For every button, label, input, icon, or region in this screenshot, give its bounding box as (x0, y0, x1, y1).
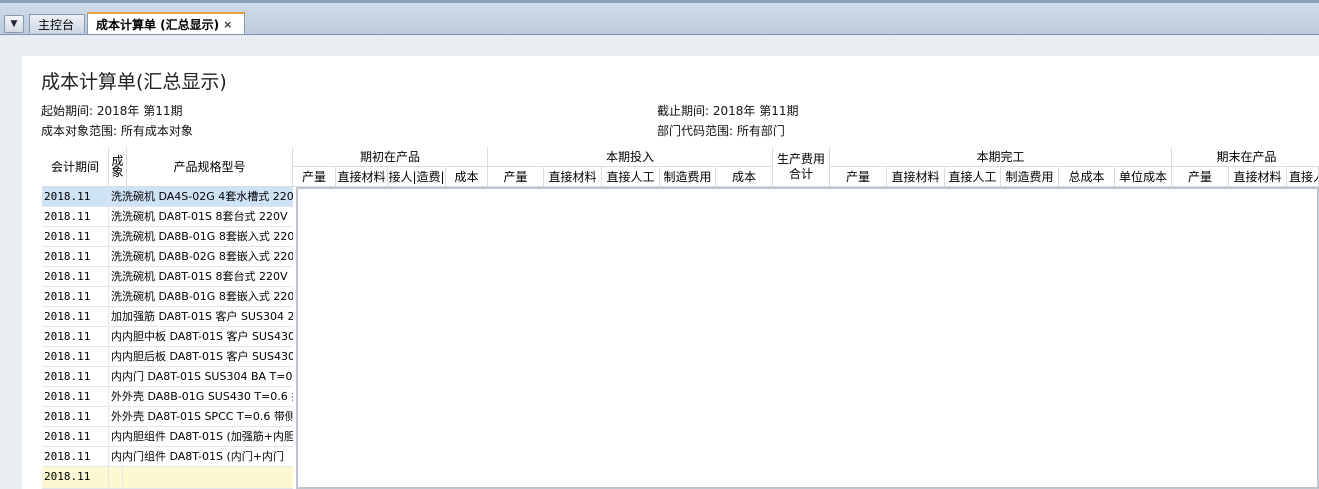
cell-object: 内内胆后板 DA8T-01S 客户 SUS430 (111, 350, 293, 363)
cell-period: 2018.11 (42, 207, 109, 227)
col-header-input-qty[interactable]: 产量 (488, 167, 544, 187)
col-header-opening-qty[interactable]: 产量 (293, 167, 336, 187)
cell-object: 洗洗碗机 DA8T-01S 8套台式 220V (111, 210, 288, 223)
col-header-input-material[interactable]: 直接材料 (544, 167, 602, 187)
cell-object: 内内胆中板 DA8T-01S 客户 SUS430 (111, 330, 293, 343)
col-header-total: 合计 (788, 166, 813, 181)
content-area: 成本计算单(汇总显示) 起始期间: 2018年 第11期 截止期间: 2018年… (0, 35, 1319, 489)
cell-object (109, 467, 293, 487)
cell-period: 2018.11 (42, 287, 109, 307)
cell-object: 洗洗碗机 DA8B-01G 8套嵌入式 220 (111, 230, 293, 243)
chevron-down-icon: ▼ (10, 19, 18, 29)
col-header-period[interactable]: 会计期间 (42, 147, 109, 187)
tab-cost-sheet-summary[interactable]: 成本计算单 (汇总显示) × (87, 12, 245, 34)
col-header-completed-labor[interactable]: 直接人工 (945, 167, 1001, 187)
col-header-spec[interactable]: 产品规格型号 (127, 147, 293, 187)
table-row[interactable]: 2018.11 内内胆组件 DA8T-01S (加强筋+内胆 (42, 427, 293, 447)
table-row[interactable]: 2018.11 洗洗碗机 DA8B-01G 8套嵌入式 220 (42, 287, 293, 307)
report-page: 成本计算单(汇总显示) 起始期间: 2018年 第11期 截止期间: 2018年… (22, 56, 1319, 489)
table-row[interactable]: 2018.11 洗洗碗机 DA8T-01S 8套台式 220V (42, 207, 293, 227)
end-period: 截止期间: 2018年 第11期 (657, 104, 799, 118)
cost-grid: 会计期间 成 象 产品规格型号 期初在产品 本期投入 生产费用 合计 本期完工 … (42, 147, 1319, 489)
col-header-opening-cost[interactable]: 成本 (446, 167, 488, 187)
cell-period: 2018.11 (42, 427, 109, 447)
tab-list-dropdown-button[interactable]: ▼ (4, 15, 24, 33)
table-row[interactable]: 2018.11 洗洗碗机 DA8T-01S 8套台式 220V (42, 267, 293, 287)
group-header-closing: 期末在产品 (1172, 147, 1319, 167)
cell-object: 内内门 DA8T-01S SUS304 BA T=0.4 (111, 370, 293, 383)
col-header-completed-qty[interactable]: 产量 (830, 167, 887, 187)
cell-object: 加加强筋 DA8T-01S 客户 SUS304 2 (111, 310, 293, 323)
col-header-completed-unit-cost[interactable]: 单位成本 (1115, 167, 1172, 187)
cost-object-scope: 成本对象范围: 所有成本对象 (41, 124, 193, 138)
col-header-closing-labor[interactable]: 直接人 (1287, 167, 1319, 187)
table-row[interactable]: 2018.11 洗洗碗机 DA4S-02G 4套水槽式 220 (42, 187, 293, 207)
cell-period: 2018.11 (42, 267, 109, 287)
cell-period: 2018.11 (42, 327, 109, 347)
col-header-closing-material[interactable]: 直接材料 (1229, 167, 1287, 187)
table-row[interactable]: 2018.11 加加强筋 DA8T-01S 客户 SUS304 2 (42, 307, 293, 327)
col-header-input-labor[interactable]: 直接人工 (602, 167, 660, 187)
cell-period: 2018.11 (42, 387, 109, 407)
col-header-object[interactable]: 成 象 (109, 147, 127, 187)
col-header-input-cost[interactable]: 成本 (716, 167, 773, 187)
tab-strip: ▼ 主控台 成本计算单 (汇总显示) × (0, 0, 1319, 35)
col-header-opening-labor-overhead[interactable]: 接人|造费| (388, 167, 446, 187)
cell-object: 洗洗碗机 DA8B-01G 8套嵌入式 220 (111, 290, 293, 303)
cell-period: 2018.11 (42, 467, 109, 487)
tab-label: 成本计算单 (汇总显示) (96, 17, 220, 32)
table-row[interactable]: 2018.11 内内胆后板 DA8T-01S 客户 SUS430 (42, 347, 293, 367)
table-row[interactable]: 2018.11 内内门组件 DA8T-01S (内门+内门 (42, 447, 293, 467)
tab-main-console[interactable]: 主控台 (29, 14, 85, 33)
table-row[interactable]: 2018.11 内内胆中板 DA8T-01S 客户 SUS430 (42, 327, 293, 347)
cell-object: 外外壳 DA8B-01G SUS430 T=0.6 拉 (111, 390, 293, 403)
cell-period: 2018.11 (42, 347, 109, 367)
table-row[interactable]: 2018.11 洗洗碗机 DA8B-01G 8套嵌入式 220 (42, 227, 293, 247)
col-header-completed-material[interactable]: 直接材料 (887, 167, 945, 187)
col-header-object-line2: 象 (111, 164, 124, 179)
col-header-production-cost: 生产费用 (776, 151, 825, 166)
col-header-input-overhead[interactable]: 制造费用 (660, 167, 716, 187)
group-header-current-input: 本期投入 (488, 147, 773, 167)
col-header-completed-total-cost[interactable]: 总成本 (1059, 167, 1115, 187)
start-period: 起始期间: 2018年 第11期 (41, 104, 183, 118)
cell-period: 2018.11 (42, 187, 109, 207)
tab-label: 主控台 (38, 17, 75, 32)
col-header-opening-material[interactable]: 直接材料 (336, 167, 388, 187)
cell-period: 2018.11 (42, 227, 109, 247)
group-header-opening: 期初在产品 (293, 147, 488, 167)
cell-period: 2018.11 (42, 307, 109, 327)
cell-object: 洗洗碗机 DA4S-02G 4套水槽式 220 (111, 190, 293, 203)
cell-object: 内内胆组件 DA8T-01S (加强筋+内胆 (111, 430, 293, 443)
group-header-completed: 本期完工 (830, 147, 1172, 167)
col-header-production-cost-total[interactable]: 生产费用 合计 (773, 147, 830, 187)
table-row-total[interactable]: 2018.11 (42, 467, 293, 489)
app-window: ▼ 主控台 成本计算单 (汇总显示) × 成本计算单(汇总显示) 起始期间: 2… (0, 0, 1319, 489)
table-row[interactable]: 2018.11 洗洗碗机 DA8B-02G 8套嵌入式 220 (42, 247, 293, 267)
grid-data-pane[interactable] (296, 187, 1319, 489)
cell-period: 2018.11 (42, 447, 109, 467)
cell-object: 洗洗碗机 DA8B-02G 8套嵌入式 220 (111, 250, 293, 263)
col-header-closing-qty[interactable]: 产量 (1172, 167, 1229, 187)
cell-period: 2018.11 (42, 367, 109, 387)
table-row[interactable]: 2018.11 外外壳 DA8T-01S SPCC T=0.6 带侧 (42, 407, 293, 427)
cell-period: 2018.11 (42, 247, 109, 267)
cell-object: 外外壳 DA8T-01S SPCC T=0.6 带侧 (111, 410, 293, 423)
col-header-completed-overhead[interactable]: 制造费用 (1001, 167, 1059, 187)
cell-period: 2018.11 (42, 407, 109, 427)
cell-object: 内内门组件 DA8T-01S (内门+内门 (111, 450, 284, 463)
cell-object: 洗洗碗机 DA8T-01S 8套台式 220V (111, 270, 288, 283)
table-row[interactable]: 2018.11 外外壳 DA8B-01G SUS430 T=0.6 拉 (42, 387, 293, 407)
department-scope: 部门代码范围: 所有部门 (657, 124, 785, 138)
page-title: 成本计算单(汇总显示) (41, 71, 227, 93)
close-icon[interactable]: × (223, 18, 232, 31)
table-row[interactable]: 2018.11 内内门 DA8T-01S SUS304 BA T=0.4 (42, 367, 293, 387)
